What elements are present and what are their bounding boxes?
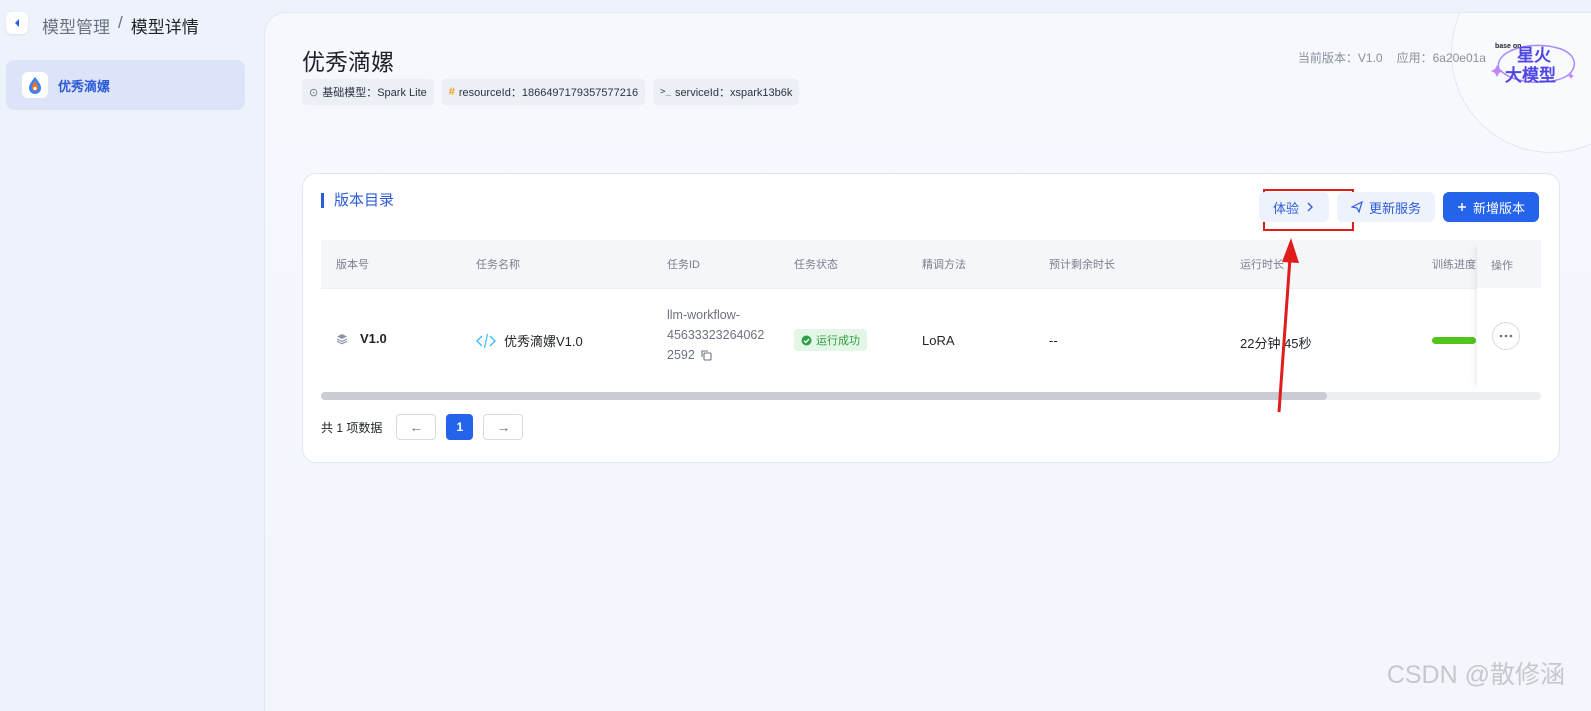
logo-line1: 星火 [1517,46,1552,66]
col-progress: 训练进度 [1432,259,1476,271]
table-header: 版本号 任务名称 任务ID 任务状态 精调方法 预计剩余时长 运行时长 训练进度 [321,240,1541,288]
ellipsis-icon [1499,334,1513,338]
code-icon [476,333,496,348]
runtime-cell: 22分钟 45秒 [1240,336,1312,351]
breadcrumb-current: 模型详情 [130,18,199,37]
col-remaining: 预计剩余时长 [1049,259,1115,271]
base-model-text: 基础模型：Spark Lite [322,87,427,99]
watermark: CSDN @散修涵 [1386,661,1565,689]
task-name: 优秀滴嫘V1.0 [504,334,583,349]
col-task-id: 任务ID [667,259,700,271]
next-page-button[interactable]: → [483,414,524,440]
version-actions: 体验 更新服务 新增版本 [1258,192,1539,222]
service-id-tag: >_ serviceId：xspark13b6k [653,79,800,105]
operation-column: 操作 [1477,240,1541,392]
col-task-name: 任务名称 [476,259,520,271]
status-badge: 运行成功 [794,329,867,351]
col-tune-method: 精调方法 [922,259,966,271]
task-id-cell: llm-workflow- 45633323264062 2592 [667,305,764,365]
update-service-label: 更新服务 [1368,200,1421,216]
layers-icon [336,333,348,344]
resource-id-text: resourceId：1866497179357577216 [458,87,639,99]
pagination: 共 1 项数据 ← 1 → [321,414,524,440]
status-text: 运行成功 [816,335,860,347]
remaining-cell: -- [1049,333,1058,348]
check-circle-icon [801,335,812,345]
base-model-tag: ⊙ 基础模型：Spark Lite [302,79,434,105]
version-number: V1.0 [360,331,387,346]
progress-cell [1432,337,1476,344]
page-number[interactable]: 1 [446,414,474,440]
col-version: 版本号 [336,259,369,271]
progress-bar [1432,337,1476,344]
add-version-label: 新增版本 [1472,200,1525,216]
col-task-status: 任务状态 [794,259,838,271]
arrow-left-icon: ← [409,419,424,435]
task-id-line: 45633323264062 [667,328,765,342]
col-operation: 操作 [1491,260,1513,272]
status-cell: 运行成功 [794,329,867,351]
base-model-icon: ⊙ [309,86,319,99]
model-meta: 当前版本：V1.0 应用：6a20e01a [1298,49,1486,66]
total-count: 共 1 项数据 [321,420,383,435]
spark-model-logo: base on 星火 大模型 [1491,39,1581,87]
main-panel: 优秀滴嫘 ⊙ 基础模型：Spark Lite # resourceId：1866… [264,12,1591,711]
task-name-cell: 优秀滴嫘V1.0 [476,331,583,350]
logo-line2: 大模型 [1505,65,1556,86]
scrollbar-thumb[interactable] [321,392,1327,400]
hash-icon: # [448,86,455,98]
copy-icon[interactable] [701,349,712,361]
version-cell: V1.0 [336,331,387,346]
col-runtime: 运行时长 [1240,259,1284,271]
version-card: 版本目录 体验 更新服务 新增版本 版本号 任务名称 任务ID 任务状态 精调方… [302,173,1560,463]
version-list-title: 版本目录 [321,193,394,208]
chevron-right-icon [1307,202,1313,212]
breadcrumb: 模型管理 / 模型详情 [42,13,199,38]
add-version-button[interactable]: 新增版本 [1442,192,1539,222]
task-id-line: llm-workflow- [667,308,740,322]
service-id-text: serviceId：xspark13b6k [674,87,793,99]
sidebar-item-model[interactable]: 优秀滴嫘 [6,60,245,110]
back-button[interactable] [6,12,28,34]
progress-fill [1432,337,1476,344]
top-bar: 模型管理 / 模型详情 [0,0,266,48]
plus-icon [1457,203,1466,211]
sidebar: 优秀滴嫘 [0,48,264,711]
version-table: 版本号 任务名称 任务ID 任务状态 精调方法 预计剩余时长 运行时长 训练进度… [321,240,1541,392]
app-id: 应用：6a20e01a [1396,51,1486,65]
terminal-icon: >_ [660,87,671,97]
resource-id-tag: # resourceId：1866497179357577216 [441,79,646,105]
model-tags: ⊙ 基础模型：Spark Lite # resourceId：186649717… [302,79,800,105]
prev-page-button[interactable]: ← [396,414,437,440]
method-cell: LoRA [922,333,955,348]
back-arrow-icon [15,19,19,27]
send-icon [1350,201,1363,213]
breadcrumb-parent[interactable]: 模型管理 [42,13,110,38]
page-title: 优秀滴嫘 [302,49,394,75]
more-options-button[interactable] [1492,322,1520,350]
table-row: V1.0 优秀滴嫘V1.0 llm-workflow- 456333232640… [321,288,1541,392]
arrow-right-icon: → [496,419,511,435]
task-id-line: 2592 [667,348,695,362]
update-service-button[interactable]: 更新服务 [1336,192,1435,222]
horizontal-scrollbar[interactable] [321,392,1541,400]
model-logo-icon [22,72,48,98]
current-version: 当前版本：V1.0 [1297,51,1383,65]
breadcrumb-separator: / [118,13,123,32]
try-button-label: 体验 [1272,200,1299,216]
sidebar-item-label: 优秀滴嫘 [58,78,111,94]
try-button[interactable]: 体验 [1258,192,1329,222]
